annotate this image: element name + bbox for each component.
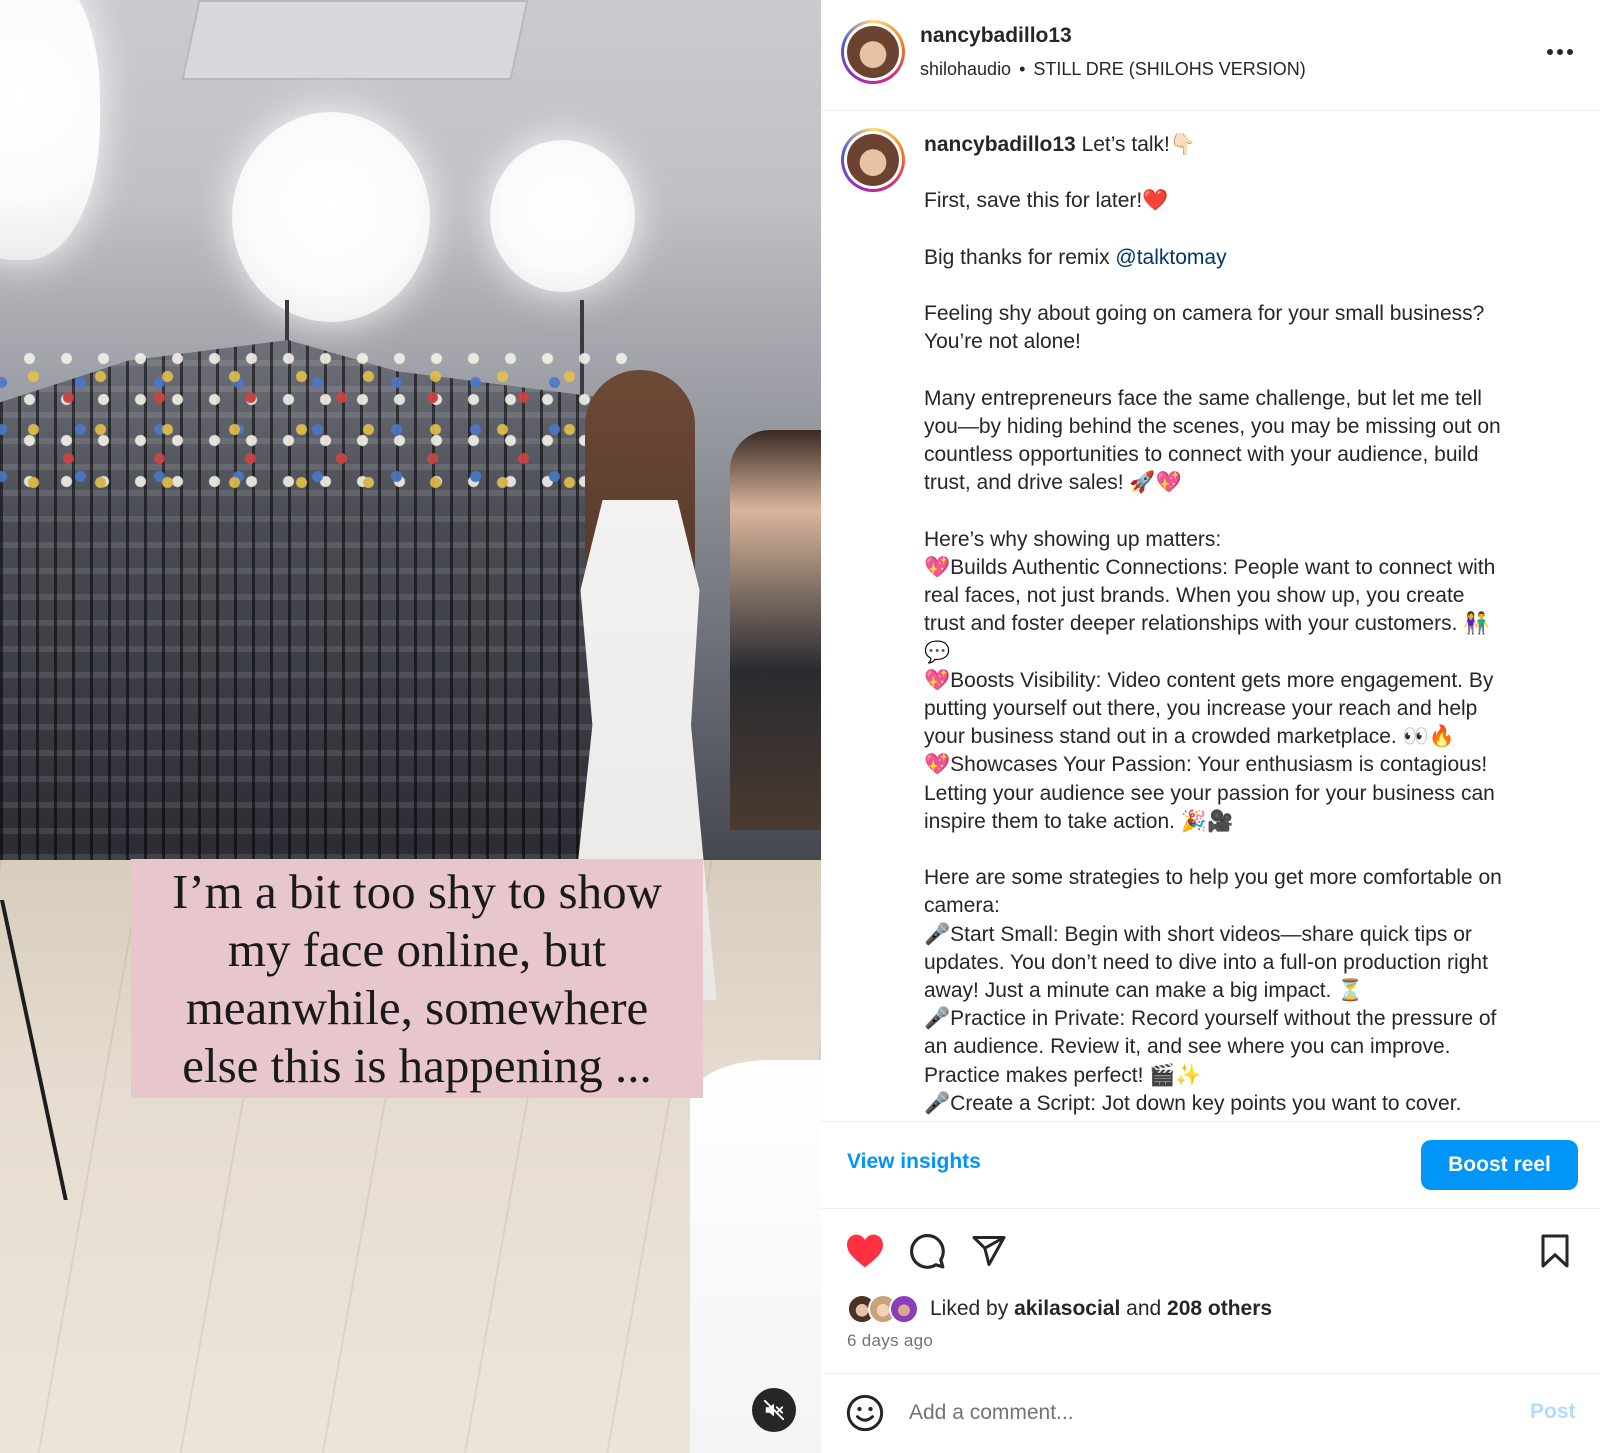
first-liker-link[interactable]: akilasocial	[1014, 1297, 1120, 1320]
more-options-button[interactable]	[1540, 38, 1580, 66]
caption-line: inspire them to take action. 🎉🎥	[924, 809, 1234, 833]
caption-line: away! Just a minute can make a big impac…	[924, 979, 1364, 1002]
heart-filled-icon	[847, 1234, 883, 1268]
video-light	[490, 140, 635, 292]
video-text-overlay: I’m a bit too shy to show my face online…	[131, 859, 703, 1098]
audio-artist[interactable]: shilohaudio	[920, 59, 1011, 80]
likes-text: Liked by akilasocial and 208 others	[930, 1297, 1273, 1320]
caption-line: you—by hiding behind the scenes, you may…	[924, 414, 1501, 438]
share-button[interactable]	[967, 1229, 1011, 1273]
caption-line: 🎤Start Small: Begin with short videos—sh…	[924, 922, 1472, 946]
caption-username[interactable]: nancybadillo13	[924, 133, 1076, 156]
video-light	[232, 112, 430, 322]
like-button[interactable]	[843, 1229, 887, 1273]
emoji-button[interactable]	[845, 1393, 885, 1433]
caption-line: Here are some strategies to help you get…	[924, 866, 1502, 890]
caption-line: 💖Boosts Visibility: Video content gets m…	[924, 668, 1494, 692]
view-insights-link[interactable]: View insights	[847, 1150, 981, 1174]
reel-video[interactable]: I’m a bit too shy to show my face online…	[0, 0, 821, 1453]
caption-divider	[821, 1121, 1600, 1122]
caption-line: Feeling shy about going on camera for yo…	[924, 302, 1485, 326]
post-panel: nancybadillo13 shilohaudio • STILL DRE (…	[821, 0, 1600, 1453]
author-avatar[interactable]	[841, 20, 905, 84]
video-white-stand	[690, 1060, 821, 1453]
comment-input[interactable]	[909, 1396, 1489, 1430]
caption-line: Many entrepreneurs face the same challen…	[924, 386, 1482, 410]
post-caption: nancybadillo13 Let’s talk!👇🏻 First, save…	[924, 131, 1564, 1121]
audio-track[interactable]: STILL DRE (SHILOHS VERSION)	[1033, 59, 1305, 80]
caption-line: updates. You don’t need to dive into a f…	[924, 950, 1488, 974]
caption-line: trust, and drive sales! 🚀💖	[924, 471, 1182, 495]
caption-line: countless opportunities to connect with …	[924, 443, 1479, 467]
bookmark-icon	[1541, 1234, 1569, 1268]
caption-line: You’re not alone!	[924, 330, 1081, 354]
speaker-muted-icon	[763, 1399, 785, 1421]
post-comment-button[interactable]: Post	[1530, 1400, 1576, 1424]
video-overlay-text: I’m a bit too shy to show my face online…	[172, 863, 662, 1093]
caption-line: 💖Showcases Your Passion: Your enthusiasm…	[924, 753, 1488, 777]
boost-reel-button[interactable]: Boost reel	[1421, 1140, 1578, 1190]
caption-line: real faces, not just brands. When you sh…	[924, 584, 1465, 608]
video-ceiling-vent	[181, 0, 529, 80]
caption-line: your business stand out in a crowded mar…	[924, 725, 1455, 749]
author-username[interactable]: nancybadillo13	[920, 24, 1072, 48]
likes-count-link[interactable]: 208 others	[1167, 1297, 1272, 1320]
caption-line: First, save this for later!❤️	[924, 189, 1169, 213]
comment-button[interactable]	[905, 1229, 949, 1273]
caption-author-avatar[interactable]	[841, 128, 905, 192]
caption-line: Letting your audience see your passion f…	[924, 781, 1495, 805]
caption-line: an audience. Review it, and see where yo…	[924, 1035, 1451, 1059]
post-timestamp[interactable]: 6 days ago	[847, 1331, 933, 1351]
header-divider	[821, 110, 1600, 111]
audio-attribution: shilohaudio • STILL DRE (SHILOHS VERSION…	[920, 59, 1306, 80]
audio-separator: •	[1019, 59, 1026, 79]
send-icon	[972, 1236, 1006, 1266]
more-horizontal-icon	[1547, 49, 1573, 55]
caption-line: 💖Builds Authentic Connections: People wa…	[924, 555, 1496, 579]
save-button[interactable]	[1533, 1229, 1577, 1273]
caption-line: camera:	[924, 894, 1000, 918]
caption-line: Here’s why showing up matters:	[924, 527, 1222, 551]
video-crowd	[730, 430, 821, 830]
caption-line: 🎤Practice in Private: Record yourself wi…	[924, 1007, 1497, 1031]
caption-line: trust and foster deeper relationships wi…	[924, 612, 1490, 636]
comment-icon	[910, 1234, 945, 1269]
mention-link[interactable]: @talktomay	[1115, 246, 1226, 269]
caption-line: 💬	[924, 640, 951, 664]
likes-summary: Liked by akilasocial and 208 others	[847, 1293, 1272, 1325]
mute-button[interactable]	[752, 1388, 796, 1432]
caption-opening-line: nancybadillo13 Let’s talk!👇🏻	[924, 133, 1197, 156]
smiley-face-icon	[846, 1394, 884, 1432]
caption-line: 🎤Create a Script: Jot down key points yo…	[924, 1091, 1462, 1115]
comment-divider	[821, 1373, 1600, 1374]
caption-line: putting yourself out there, you increase…	[924, 696, 1478, 720]
caption-line: Practice makes perfect! 🎬✨	[924, 1063, 1202, 1087]
liker-avatar[interactable]	[889, 1294, 919, 1324]
actions-divider	[821, 1208, 1600, 1209]
caption-line: Big thanks for remix @talktomay	[924, 245, 1227, 269]
